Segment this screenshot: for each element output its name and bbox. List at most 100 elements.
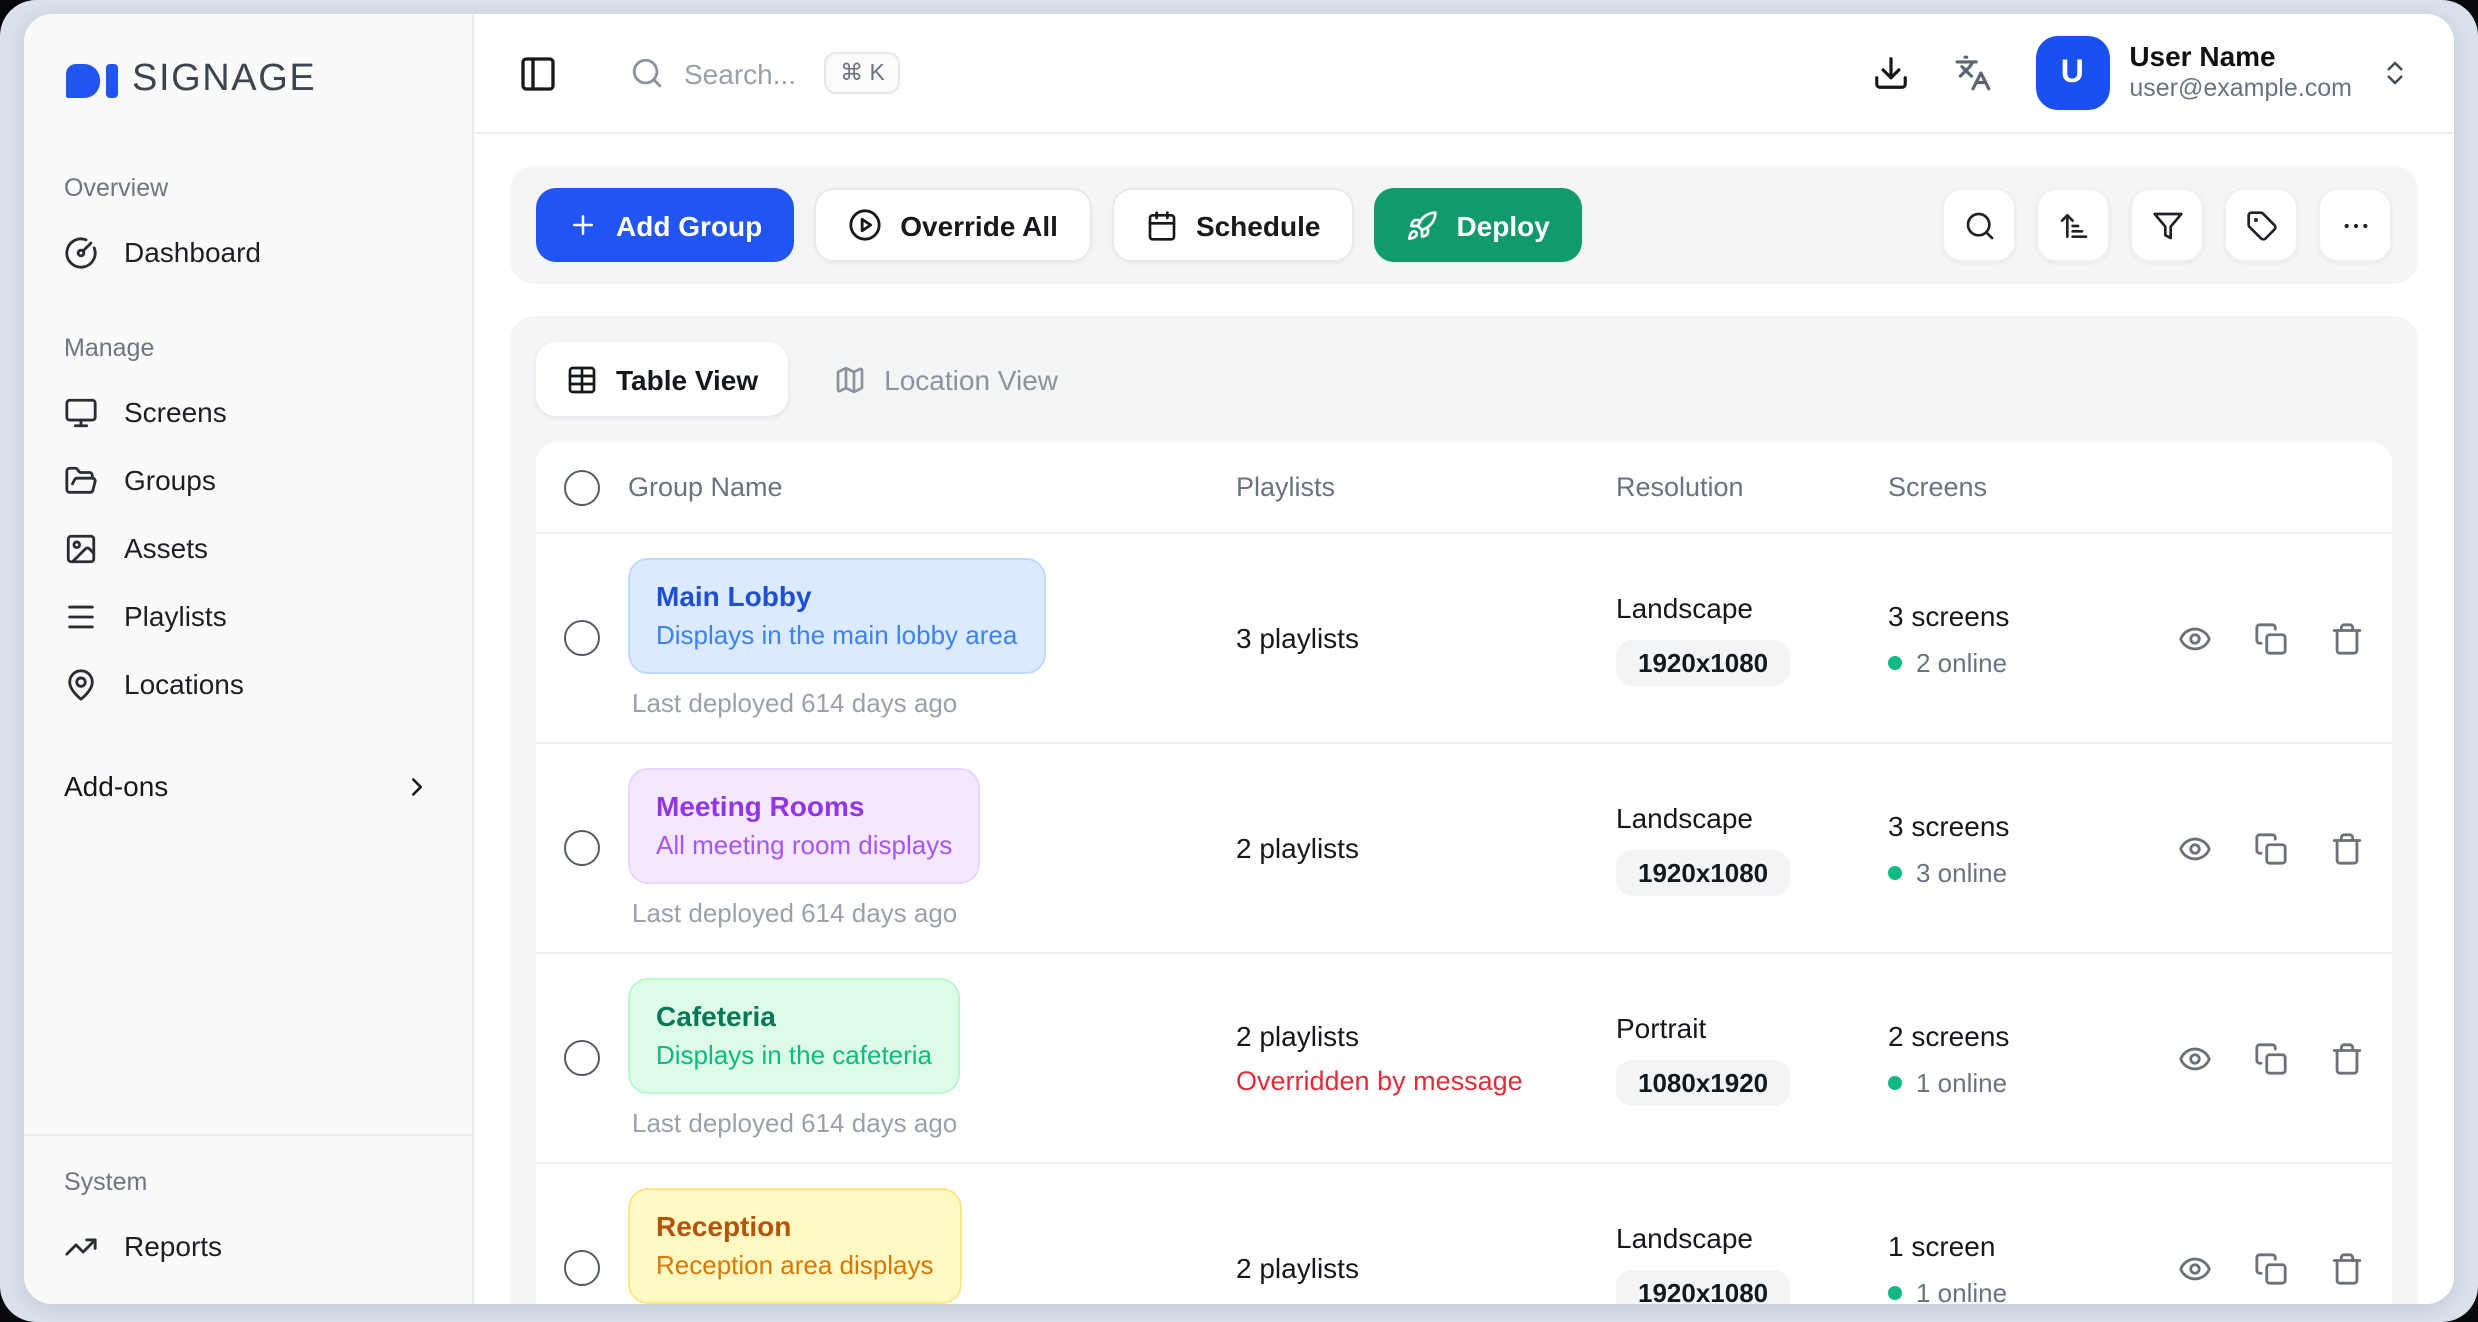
download-button[interactable] (1871, 54, 1909, 92)
online-count: 1 online (1916, 1067, 2007, 1097)
sort-button[interactable] (2036, 188, 2110, 262)
delete-button[interactable] (2330, 831, 2364, 865)
screen: SIGNAGE Overview Dashboard Manage Screen… (0, 0, 2478, 1322)
resolution-badge: 1920x1080 (1616, 639, 1790, 685)
group-name: Main Lobby (656, 578, 1017, 617)
group-name-card[interactable]: Meeting Rooms All meeting room displays (628, 768, 980, 884)
folder-open-icon (64, 463, 98, 497)
play-circle-icon (848, 208, 882, 242)
group-name-card[interactable]: Reception Reception area displays (628, 1188, 962, 1304)
addons-label: Add-ons (64, 770, 168, 802)
row-checkbox[interactable] (564, 1040, 600, 1076)
more-button[interactable] (2318, 188, 2392, 262)
sidebar-item-label: Screens (124, 396, 227, 428)
table-row: Cafeteria Displays in the cafeteria Last… (536, 954, 2392, 1164)
search-input[interactable]: Search... ⌘ K (630, 52, 901, 94)
list-icon (64, 599, 98, 633)
duplicate-button[interactable] (2254, 831, 2288, 865)
playlists-count: 2 playlists (1236, 832, 1616, 864)
main-area: Search... ⌘ K U User Name user@example (474, 14, 2454, 1304)
sidebar-item-locations[interactable]: Locations (64, 654, 436, 714)
table-body: Main Lobby Displays in the main lobby ar… (536, 534, 2392, 1304)
chevrons-up-down-icon (2380, 58, 2410, 88)
duplicate-button[interactable] (2254, 1041, 2288, 1075)
table-row: Reception Reception area displays Last d… (536, 1164, 2392, 1304)
view-button[interactable] (2178, 621, 2212, 655)
rocket-icon (1406, 209, 1438, 241)
screens-count: 3 screens (1888, 809, 2178, 841)
sidebar-item-reports[interactable]: Reports (64, 1216, 436, 1276)
view-button[interactable] (2178, 831, 2212, 865)
delete-button[interactable] (2330, 621, 2364, 655)
delete-button[interactable] (2330, 1041, 2364, 1075)
sidebar-item-label: Locations (124, 668, 244, 700)
sidebar-toggle-button[interactable] (518, 53, 558, 93)
table-header: Group Name Playlists Resolution Screens (536, 442, 2392, 534)
orientation-label: Landscape (1616, 1221, 1888, 1253)
sidebar-item-playlists[interactable]: Playlists (64, 586, 436, 646)
override-note: Overridden by message (1236, 1066, 1616, 1096)
sidebar-item-addons[interactable]: Add-ons (64, 770, 436, 802)
schedule-button[interactable]: Schedule (1112, 188, 1355, 262)
view-button[interactable] (2178, 1041, 2212, 1075)
row-checkbox[interactable] (564, 620, 600, 656)
tab-table-view[interactable]: Table View (536, 342, 788, 416)
group-name-card[interactable]: Main Lobby Displays in the main lobby ar… (628, 558, 1045, 674)
delete-button[interactable] (2330, 1251, 2364, 1285)
user-name: User Name (2129, 40, 2352, 75)
map-icon (834, 363, 866, 395)
sidebar-item-label: Groups (124, 464, 216, 496)
playlists-count: 2 playlists (1236, 1252, 1616, 1284)
section-label-manage: Manage (64, 334, 436, 362)
add-group-button[interactable]: Add Group (536, 188, 794, 262)
playlists-count: 2 playlists (1236, 1020, 1616, 1052)
sidebar-item-groups[interactable]: Groups (64, 450, 436, 510)
map-pin-icon (64, 667, 98, 701)
actions-toolbar: Add Group Override All Sch (510, 166, 2418, 284)
groups-table: Group Name Playlists Resolution Screens … (536, 442, 2392, 1304)
group-name-card[interactable]: Cafeteria Displays in the cafeteria (628, 978, 960, 1094)
column-header-group-name: Group Name (628, 472, 1236, 502)
group-description: Displays in the main lobby area (656, 617, 1017, 653)
section-label-overview: Overview (64, 174, 436, 202)
sidebar-divider (24, 1134, 472, 1136)
language-button[interactable] (1953, 54, 1991, 92)
sidebar-item-screens[interactable]: Screens (64, 382, 436, 442)
deploy-button[interactable]: Deploy (1374, 188, 1581, 262)
tab-location-view[interactable]: Location View (804, 342, 1088, 416)
orientation-label: Landscape (1616, 801, 1888, 833)
group-name: Reception (656, 1208, 934, 1247)
group-description: Reception area displays (656, 1247, 934, 1283)
groups-panel: Table View Location View Group Name (510, 316, 2418, 1304)
duplicate-button[interactable] (2254, 1251, 2288, 1285)
trending-up-icon (64, 1229, 98, 1263)
column-header-screens: Screens (1888, 472, 2178, 502)
tag-button[interactable] (2224, 188, 2298, 262)
search-shortcut-badge: ⌘ K (824, 52, 901, 94)
online-status-dot (1888, 1075, 1902, 1089)
screens-count: 1 screen (1888, 1229, 2178, 1261)
logo-text: SIGNAGE (132, 58, 316, 102)
user-menu[interactable]: U User Name user@example.com (2035, 36, 2410, 110)
sidebar-item-label: Reports (124, 1230, 222, 1262)
row-checkbox[interactable] (564, 830, 600, 866)
filter-button[interactable] (2130, 188, 2204, 262)
select-all-checkbox[interactable] (564, 469, 600, 505)
sidebar-item-dashboard[interactable]: Dashboard (64, 222, 436, 282)
playlists-count: 3 playlists (1236, 622, 1616, 654)
row-checkbox[interactable] (564, 1250, 600, 1286)
search-placeholder: Search... (684, 57, 796, 89)
sidebar-item-assets[interactable]: Assets (64, 518, 436, 578)
duplicate-button[interactable] (2254, 621, 2288, 655)
chevron-right-icon (402, 771, 432, 801)
avatar: U (2035, 36, 2109, 110)
table-search-button[interactable] (1942, 188, 2016, 262)
last-deployed-text: Last deployed 614 days ago (628, 898, 1236, 928)
view-tabs: Table View Location View (536, 342, 2392, 416)
image-icon (64, 531, 98, 565)
online-count: 1 online (1916, 1277, 2007, 1304)
view-button[interactable] (2178, 1251, 2212, 1285)
override-all-button[interactable]: Override All (814, 188, 1092, 262)
online-status-dot (1888, 865, 1902, 879)
screens-count: 3 screens (1888, 599, 2178, 631)
